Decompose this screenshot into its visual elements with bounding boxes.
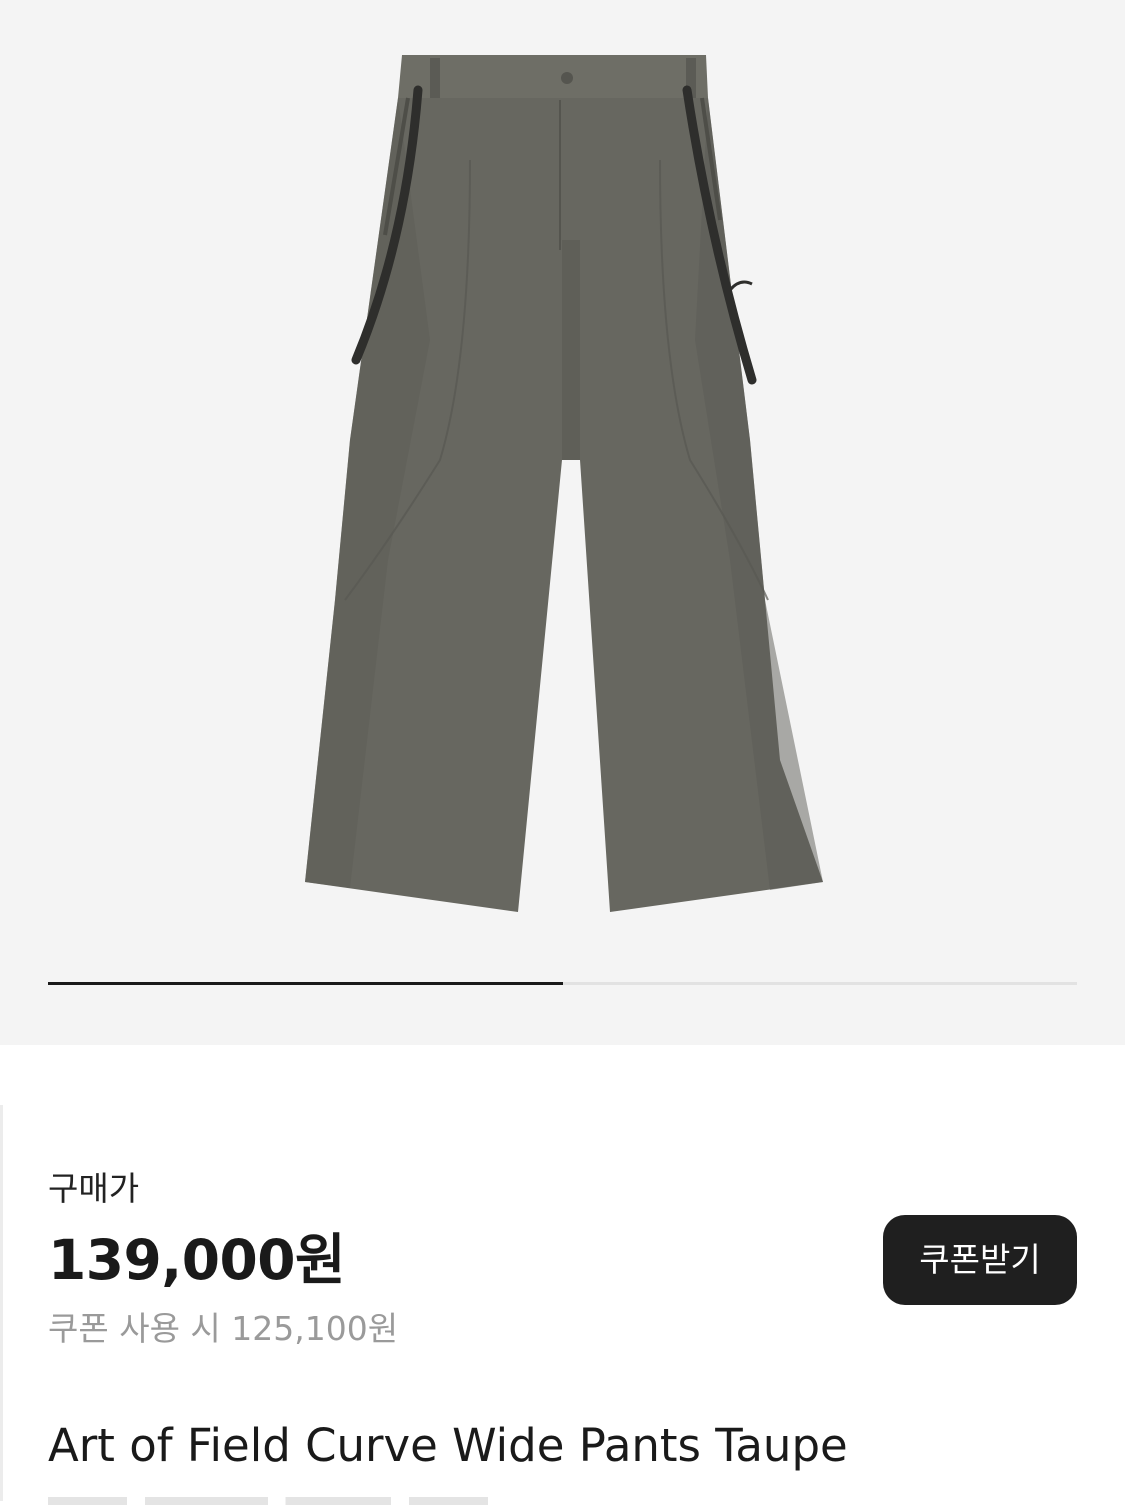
cut-off-subtitle-text (48, 1497, 488, 1505)
gallery-progress-indicator (48, 982, 563, 985)
price-label: 구매가 (48, 1169, 140, 1208)
get-coupon-button[interactable]: 쿠폰받기 (883, 1215, 1077, 1305)
gallery-progress-track (48, 982, 1077, 985)
product-title: Art of Field Curve Wide Pants Taupe (48, 1419, 848, 1472)
coupon-price-text: 쿠폰 사용 시 125,100원 (48, 1309, 399, 1348)
product-info-section: 구매가 139,000원 쿠폰 사용 시 125,100원 쿠폰받기 Art o… (0, 1045, 1125, 1505)
price-value: 139,000원 (48, 1228, 346, 1292)
product-image-gallery[interactable] (0, 0, 1125, 1045)
section-divider (0, 1105, 3, 1501)
product-image-pants (305, 55, 823, 912)
